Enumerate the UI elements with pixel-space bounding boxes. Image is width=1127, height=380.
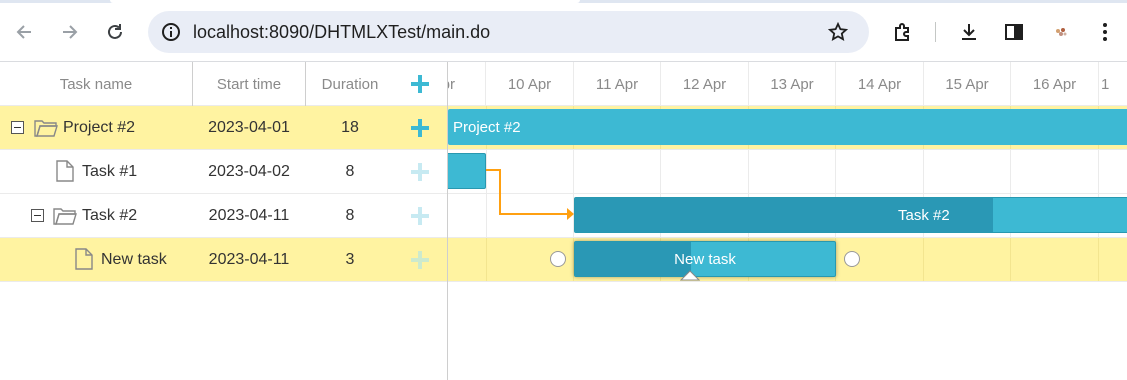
extensions-icon[interactable] xyxy=(889,18,917,46)
grid-line xyxy=(486,150,487,193)
menu-dots-icon[interactable] xyxy=(1091,18,1119,46)
site-info-icon[interactable] xyxy=(161,22,181,47)
url-text[interactable]: localhost:8090/DHTMLXTest/main.do xyxy=(193,22,490,43)
task-2-bar[interactable]: Task #2 xyxy=(574,197,1127,233)
scale-day: 1 xyxy=(1099,62,1127,106)
grid-header: Task name Start time Duration xyxy=(0,62,447,106)
grid-line xyxy=(486,194,487,237)
scale-day: 12 Apr xyxy=(661,62,749,106)
task-grid: Task name Start time Duration Project #2… xyxy=(0,62,448,380)
link-start-handle[interactable] xyxy=(550,251,566,267)
collapse-toggle-icon[interactable] xyxy=(11,121,24,134)
download-icon[interactable] xyxy=(955,18,983,46)
add-subtask-plus-icon[interactable] xyxy=(410,250,430,270)
grid-line xyxy=(923,238,924,281)
scale-day: 16 Apr xyxy=(1011,62,1099,106)
grid-line xyxy=(660,150,661,193)
grid-line xyxy=(748,150,749,193)
grid-line xyxy=(486,238,487,281)
progress-drag-handle-icon[interactable] xyxy=(680,269,700,281)
add-subtask-plus-icon[interactable] xyxy=(410,162,430,182)
new-task-bar[interactable]: New task xyxy=(574,241,836,277)
task-1-bar[interactable] xyxy=(448,153,486,189)
folder-open-icon xyxy=(53,206,77,231)
task-2-bar-label: Task #2 xyxy=(898,206,950,224)
profile-icon[interactable] xyxy=(1047,18,1075,46)
file-icon xyxy=(56,160,74,187)
reload-icon[interactable] xyxy=(101,18,129,46)
scale-day: 11 Apr xyxy=(574,62,661,106)
address-bar[interactable]: localhost:8090/DHTMLXTest/main.do xyxy=(148,11,869,53)
column-header-duration[interactable]: Duration xyxy=(306,62,394,106)
task-start: 2023-04-02 xyxy=(208,162,290,180)
task-row[interactable]: Task #1 2023-04-02 8 xyxy=(0,150,447,194)
scale-day: 14 Apr xyxy=(836,62,924,106)
project-bar-label: Project #2 xyxy=(453,118,521,136)
grid-line xyxy=(923,150,924,193)
timeline-area[interactable]: Apr 10 Apr 11 Apr 12 Apr 13 Apr 14 Apr 1… xyxy=(448,62,1127,380)
bookmark-star-icon[interactable] xyxy=(827,21,849,47)
grid-line xyxy=(573,150,574,193)
link-end-handle[interactable] xyxy=(844,251,860,267)
task-start: 2023-04-11 xyxy=(208,206,290,224)
gantt-chart: Task name Start time Duration Project #2… xyxy=(0,62,1127,380)
back-arrow-icon[interactable] xyxy=(11,18,39,46)
grid-line xyxy=(835,150,836,193)
collapse-toggle-icon[interactable] xyxy=(31,209,44,222)
task-duration: 8 xyxy=(345,206,355,224)
column-header-task-name[interactable]: Task name xyxy=(0,62,192,106)
scale-day: 13 Apr xyxy=(749,62,836,106)
folder-open-icon xyxy=(34,118,58,143)
grid-line xyxy=(1010,238,1011,281)
forward-arrow-icon[interactable] xyxy=(55,18,83,46)
scale-day: 15 Apr xyxy=(924,62,1011,106)
grid-line xyxy=(1098,150,1099,193)
task-name: Task #1 xyxy=(82,162,138,180)
timeline-scale: Apr 10 Apr 11 Apr 12 Apr 13 Apr 14 Apr 1… xyxy=(448,62,1127,106)
add-task-plus-icon[interactable] xyxy=(410,74,430,94)
grid-line xyxy=(1098,238,1099,281)
tab-strip xyxy=(0,0,1127,3)
file-icon xyxy=(75,248,93,275)
grid-line xyxy=(1010,150,1011,193)
new-task-bar-label: New task xyxy=(674,250,736,268)
column-header-start-time[interactable]: Start time xyxy=(193,62,305,106)
task-name: Task #2 xyxy=(82,206,138,224)
task-name: Project #2 xyxy=(63,118,136,136)
browser-toolbar: localhost:8090/DHTMLXTest/main.do xyxy=(0,0,1127,62)
timeline-row xyxy=(448,150,1127,194)
toolbar-separator xyxy=(935,22,936,42)
scale-day: Apr xyxy=(448,62,486,106)
task-row[interactable]: Project #2 2023-04-01 18 xyxy=(0,106,447,150)
task-row[interactable]: New task 2023-04-11 3 xyxy=(0,238,447,282)
task-start: 2023-04-11 xyxy=(208,250,290,268)
task-duration: 8 xyxy=(345,162,355,180)
scale-day: 10 Apr xyxy=(486,62,574,106)
task-row[interactable]: Task #2 2023-04-11 8 xyxy=(0,194,447,238)
add-subtask-plus-icon[interactable] xyxy=(410,118,430,138)
task-duration: 3 xyxy=(345,250,355,268)
task-name: New task xyxy=(101,250,167,268)
project-bar[interactable]: Project #2 xyxy=(448,109,1127,145)
task-start: 2023-04-01 xyxy=(208,118,290,136)
add-subtask-plus-icon[interactable] xyxy=(410,206,430,226)
side-panel-icon[interactable] xyxy=(1000,18,1028,46)
task-duration: 18 xyxy=(341,118,359,136)
